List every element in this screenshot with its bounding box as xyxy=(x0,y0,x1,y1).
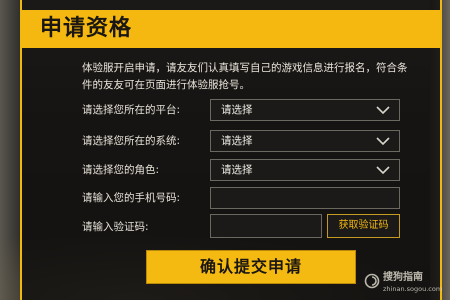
phone-input[interactable] xyxy=(210,187,400,209)
system-label: 请选择您所在的系统: xyxy=(82,135,181,147)
system-select[interactable]: 请选择 xyxy=(210,130,400,152)
intro-text: 体验服开启申请，请友友们认真填写自己的游戏信息进行报名，符合条件的友友可在页面进… xyxy=(82,62,408,91)
role-select-value: 请选择 xyxy=(221,164,253,176)
submit-application-button[interactable]: 确认提交申请 xyxy=(146,250,356,284)
platform-label: 请选择您所在的平台: xyxy=(82,104,181,116)
role-label: 请选择您的角色: xyxy=(82,164,160,176)
page-title: 申请资格 xyxy=(40,16,133,41)
system-select-value: 请选择 xyxy=(221,135,253,147)
phone-label: 请输入您的手机号码: xyxy=(82,192,181,204)
watermark-url: zhinan.sogou.com xyxy=(383,285,443,293)
watermark: 搜狗指南 zhinan.sogou.com xyxy=(364,270,444,296)
chevron-down-icon xyxy=(376,137,390,146)
platform-select-value: 请选择 xyxy=(221,104,253,116)
panel-header: 申请资格 xyxy=(22,10,440,48)
verification-code-input[interactable] xyxy=(210,214,322,238)
chevron-down-icon xyxy=(376,106,390,115)
watermark-name: 搜狗指南 xyxy=(383,272,423,283)
chevron-down-icon xyxy=(376,166,390,175)
platform-select[interactable]: 请选择 xyxy=(210,99,400,121)
role-select[interactable]: 请选择 xyxy=(210,159,400,181)
sogou-logo-icon xyxy=(364,273,380,289)
code-label: 请输入验证码: xyxy=(82,221,149,233)
application-panel: 申请资格 体验服开启申请，请友友们认真填写自己的游戏信息进行报名，符合条件的友友… xyxy=(20,0,442,300)
get-code-button[interactable]: 获取验证码 xyxy=(327,214,400,238)
